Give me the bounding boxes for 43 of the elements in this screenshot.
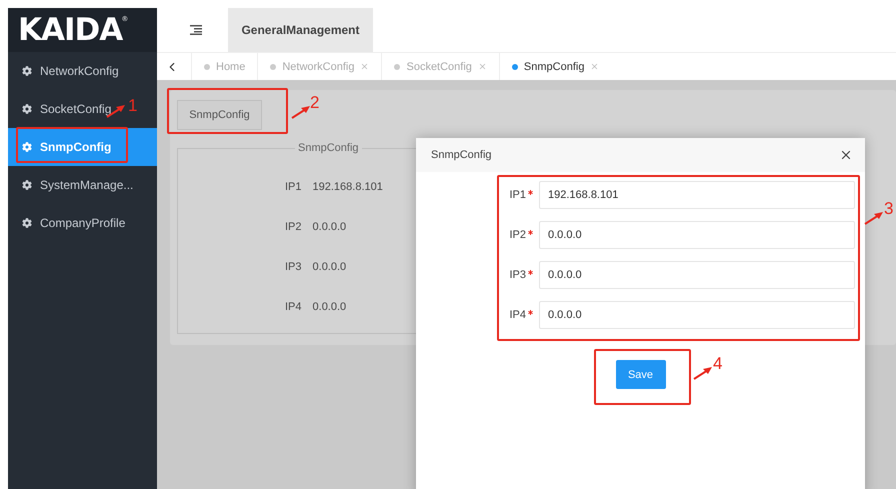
gear-icon — [22, 66, 32, 76]
input-field[interactable]: 192.168.8.101 — [539, 181, 855, 209]
snmp-config-button[interactable]: SnmpConfig — [177, 100, 262, 130]
field-value: 192.168.8.101 — [312, 181, 383, 195]
field-label: IP2 — [285, 221, 302, 235]
field-value: 0.0.0.0 — [312, 221, 346, 235]
annotation-arrow — [864, 211, 884, 225]
annotation-arrow — [291, 105, 311, 119]
sidebar-item[interactable]: CompanyProfile — [8, 204, 130, 242]
header-tab[interactable]: GeneralManagement — [228, 8, 373, 52]
field-label: IP1 — [509, 189, 526, 201]
field-label: IP3 — [509, 269, 526, 281]
annotation-number: 1 — [128, 96, 138, 116]
tab-dot-icon — [270, 64, 276, 70]
dialog-title: SnmpConfig — [431, 149, 492, 161]
field-label: IP3 — [285, 261, 302, 275]
group-legend: SnmpConfig — [295, 142, 362, 154]
input-field[interactable]: 0.0.0.0 — [539, 261, 855, 289]
close-icon[interactable] — [839, 148, 853, 162]
input-field[interactable]: 0.0.0.0 — [539, 221, 855, 249]
tab-dot-icon — [394, 64, 400, 70]
gear-icon — [22, 218, 32, 228]
gear-icon — [22, 104, 32, 114]
field-value: 0.0.0.0 — [312, 261, 346, 275]
field-value: 0.0.0.0 — [312, 301, 346, 315]
sidebar-item[interactable]: SystemManage... — [8, 166, 138, 204]
annotation-arrow — [693, 366, 713, 380]
menu-icon[interactable] — [190, 25, 202, 35]
field-label: IP4 — [285, 301, 302, 315]
tab-dot-icon — [512, 64, 518, 70]
gear-icon — [22, 142, 32, 152]
field-label: IP4 — [509, 309, 526, 321]
input-field[interactable]: 0.0.0.0 — [539, 301, 855, 329]
gear-icon — [22, 180, 32, 190]
field-label: IP2 — [509, 229, 526, 241]
annotation-number: 2 — [310, 93, 320, 113]
field-label: IP1 — [285, 181, 302, 195]
sidebar-item[interactable]: SocketConfig — [8, 90, 116, 128]
logo-text: KAIDA — [18, 12, 122, 48]
tab-dot-icon — [204, 64, 210, 70]
annotation-number: 3 — [884, 199, 894, 219]
sidebar-item[interactable]: NetworkConfig — [8, 52, 123, 90]
annotation-number: 4 — [713, 354, 722, 374]
